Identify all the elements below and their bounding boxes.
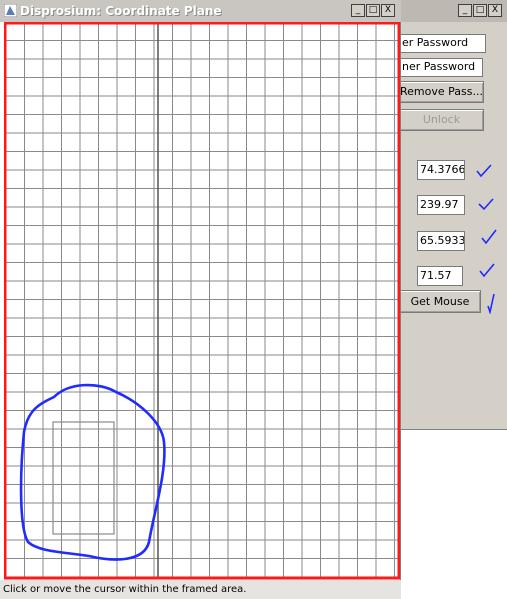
maximize-button[interactable]: □ — [366, 4, 380, 17]
panel-title-bar: _ □ X — [401, 0, 507, 22]
minimize-button[interactable]: _ — [458, 4, 472, 17]
title-bar: Disprosium: Coordinate Plane _ □ X — [0, 0, 401, 22]
coordinate-plane-window: Disprosium: Coordinate Plane _ □ X Click… — [0, 0, 401, 599]
value-field-3[interactable]: 65.59332 — [417, 231, 465, 251]
status-bar: Click or move the cursor within the fram… — [0, 580, 401, 599]
enter-password-field[interactable]: er Password — [399, 34, 486, 53]
password-panel-window: _ □ X er Password ner Password Remove Pa… — [399, 0, 507, 430]
red-frame — [4, 22, 400, 580]
inner-rectangle — [52, 421, 115, 535]
value-field-1[interactable]: 74.37666 — [417, 160, 465, 180]
window-title: Disprosium: Coordinate Plane — [20, 4, 222, 18]
unlock-button[interactable]: Unlock — [399, 109, 484, 131]
get-mouse-button[interactable]: Get Mouse — [399, 290, 481, 313]
check-mark-icon — [481, 229, 497, 245]
coordinate-plane-canvas[interactable] — [4, 22, 400, 580]
check-mark-icon — [478, 198, 494, 211]
minimize-button[interactable]: _ — [351, 4, 365, 17]
check-mark-icon — [476, 164, 492, 178]
remove-password-button[interactable]: Remove Pass... — [399, 81, 484, 103]
value-field-4[interactable]: 71.57 — [417, 266, 463, 286]
check-mark-icon — [479, 263, 495, 278]
value-field-2[interactable]: 239.97 — [417, 195, 465, 215]
maximize-button[interactable]: □ — [473, 4, 487, 17]
grid-lines — [4, 22, 400, 578]
close-button[interactable]: X — [381, 4, 395, 17]
owner-password-field[interactable]: ner Password — [399, 58, 483, 77]
close-button[interactable]: X — [488, 4, 502, 17]
check-mark-icon — [487, 293, 495, 314]
app-icon — [4, 4, 17, 17]
